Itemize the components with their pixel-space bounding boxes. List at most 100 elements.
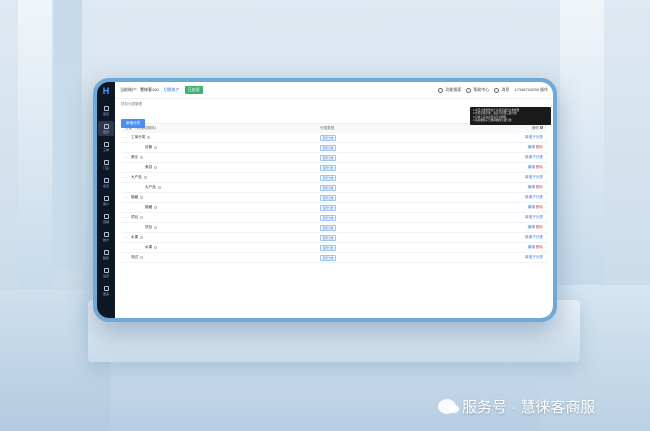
- edit-link[interactable]: 编辑: [528, 225, 536, 229]
- edit-link[interactable]: 编辑: [528, 185, 536, 189]
- category-name: 水果: [145, 245, 153, 249]
- sidebar-item-project[interactable]: 项目: [98, 121, 114, 136]
- table-row[interactable]: 大产品 服务分类 编辑 删除: [121, 183, 547, 193]
- sidebar-item-ticket[interactable]: 工单: [98, 139, 114, 154]
- add-subcategory-link[interactable]: 新增子分类: [525, 195, 543, 199]
- help-tooltip: 1.项目分类管理用于对项目进行分类整理 2.支持多级分类，最多可创建三级分类 3.分…: [470, 107, 551, 125]
- table-row[interactable]: 美容 服务分类 编辑 删除: [121, 163, 547, 173]
- account-label: 当前账户：慧徕客100: [120, 87, 159, 92]
- table-row[interactable]: 设备 服务分类 编辑 删除: [121, 143, 547, 153]
- add-subcategory-link[interactable]: 新增子分类: [525, 235, 543, 239]
- delete-link[interactable]: 删除: [536, 205, 543, 209]
- table-row[interactable]: − 大产品 服务分类 新增子分类: [121, 173, 547, 183]
- collapse-icon[interactable]: −: [125, 196, 129, 200]
- help-icon: [466, 87, 472, 93]
- topbar: 当前账户：慧徕客100 切换账户 已启用 功能搜索 帮助中心 消息 173487…: [115, 82, 553, 99]
- category-type-cell: 服务分类: [320, 154, 450, 161]
- search-label: 功能搜索: [445, 87, 462, 92]
- info-icon: [140, 156, 144, 159]
- type-tag: 服务分类: [320, 234, 337, 241]
- collapse-icon[interactable]: −: [125, 236, 129, 240]
- table-row[interactable]: − 美业 服务分类 新增子分类: [121, 153, 547, 163]
- category-name-cell: − 水果: [125, 235, 320, 240]
- table-row[interactable]: − 水果 服务分类 新增子分类: [121, 233, 547, 243]
- home-icon: [103, 105, 109, 111]
- table-row[interactable]: 隐藏 服务分类 编辑 删除: [121, 203, 547, 213]
- category-name-cell: − 项目: [125, 215, 320, 220]
- table-row[interactable]: 水果 服务分类 编辑 删除: [121, 243, 547, 253]
- type-tag: 服务分类: [320, 164, 337, 171]
- type-tag: 服务分类: [320, 254, 337, 261]
- user-menu[interactable]: 17348704039 操作: [514, 87, 548, 93]
- ops-cell: 新增子分类: [450, 255, 543, 260]
- category-name-cell: 美容: [125, 165, 320, 170]
- ops-cell: 编辑 删除: [450, 165, 543, 170]
- collapse-icon[interactable]: −: [125, 156, 129, 160]
- category-name-cell: − 隐藏: [125, 195, 320, 200]
- edit-link[interactable]: 编辑: [528, 165, 536, 169]
- ops-cell: 新增子分类: [450, 135, 543, 140]
- info-icon: [140, 216, 144, 219]
- category-name: 测试: [131, 255, 139, 259]
- sidebar-item-marketing[interactable]: 营销: [98, 211, 114, 226]
- add-category-button[interactable]: 新增分类: [121, 119, 145, 128]
- table-row[interactable]: − 工单分类 服务分类 新增子分类: [121, 133, 547, 143]
- stats-icon: [103, 231, 109, 237]
- info-icon: [154, 166, 158, 169]
- switch-account-link[interactable]: 切换账户: [164, 87, 180, 93]
- sidebar-item-customer[interactable]: 客户: [98, 193, 114, 208]
- sidebar-item-more[interactable]: 更多: [98, 283, 114, 298]
- sidebar-item-label: 会员: [102, 183, 109, 188]
- category-type-cell: 服务分类: [320, 234, 450, 241]
- sidebar-item-settings[interactable]: 设置: [98, 265, 114, 280]
- add-subcategory-link[interactable]: 新增子分类: [525, 155, 543, 159]
- add-subcategory-link[interactable]: 新增子分类: [525, 175, 543, 179]
- category-name-cell: − 工单分类: [125, 135, 320, 140]
- table-row[interactable]: − 项目 服务分类 新增子分类: [121, 213, 547, 223]
- add-subcategory-link[interactable]: 新增子分类: [525, 135, 543, 139]
- add-subcategory-link[interactable]: 新增子分类: [525, 255, 543, 259]
- ticket-icon: [103, 141, 109, 147]
- collapse-icon[interactable]: −: [125, 136, 129, 140]
- search-button[interactable]: 功能搜索: [438, 87, 461, 93]
- notice-button[interactable]: 消息: [494, 87, 509, 93]
- category-name-cell: 测试: [125, 255, 320, 260]
- ops-cell: 新增子分类: [450, 235, 543, 240]
- sidebar-item-label: 客户: [102, 201, 109, 206]
- ops-cell: 新增子分类: [450, 195, 543, 200]
- category-name: 设备: [145, 145, 153, 149]
- category-name: 工单分类: [131, 135, 146, 139]
- delete-link[interactable]: 删除: [536, 225, 543, 229]
- main-area: 当前账户：慧徕客100 切换账户 已启用 功能搜索 帮助中心 消息 173487…: [115, 82, 553, 318]
- help-button[interactable]: 帮助中心: [466, 87, 489, 93]
- delete-link[interactable]: 删除: [536, 185, 543, 189]
- add-subcategory-link[interactable]: 新增子分类: [525, 215, 543, 219]
- sidebar-item-member[interactable]: 会员: [98, 175, 114, 190]
- collapse-icon[interactable]: −: [125, 216, 129, 220]
- sidebar-item-home[interactable]: 首页: [98, 103, 114, 118]
- table-row[interactable]: 项目 服务分类 编辑 删除: [121, 223, 547, 233]
- gear-icon[interactable]: [540, 126, 543, 129]
- category-name-cell: 水果: [125, 245, 320, 250]
- table-row[interactable]: − 隐藏 服务分类 新增子分类: [121, 193, 547, 203]
- sidebar-item-trend[interactable]: 趋势: [98, 247, 114, 262]
- sidebar-item-store[interactable]: 门店: [98, 157, 114, 172]
- member-icon: [103, 177, 109, 183]
- sidebar-item-stats[interactable]: 统计: [98, 229, 114, 244]
- table-header: 分类 （可拖动排序） 分类类型 操作: [121, 124, 547, 133]
- category-name-cell: 项目: [125, 225, 320, 230]
- delete-link[interactable]: 删除: [536, 165, 543, 169]
- edit-link[interactable]: 编辑: [528, 145, 536, 149]
- edit-link[interactable]: 编辑: [528, 245, 536, 249]
- delete-link[interactable]: 删除: [536, 145, 543, 149]
- category-name: 美业: [131, 155, 139, 159]
- info-icon: [154, 246, 158, 249]
- delete-link[interactable]: 删除: [536, 245, 543, 249]
- table-row[interactable]: 测试 服务分类 新增子分类: [121, 253, 547, 263]
- header-ops-label: 操作: [531, 126, 539, 130]
- edit-link[interactable]: 编辑: [528, 205, 536, 209]
- notice-label: 消息: [501, 87, 510, 92]
- type-tag: 服务分类: [320, 154, 337, 161]
- category-name: 隐藏: [145, 205, 153, 209]
- collapse-icon[interactable]: −: [125, 176, 129, 180]
